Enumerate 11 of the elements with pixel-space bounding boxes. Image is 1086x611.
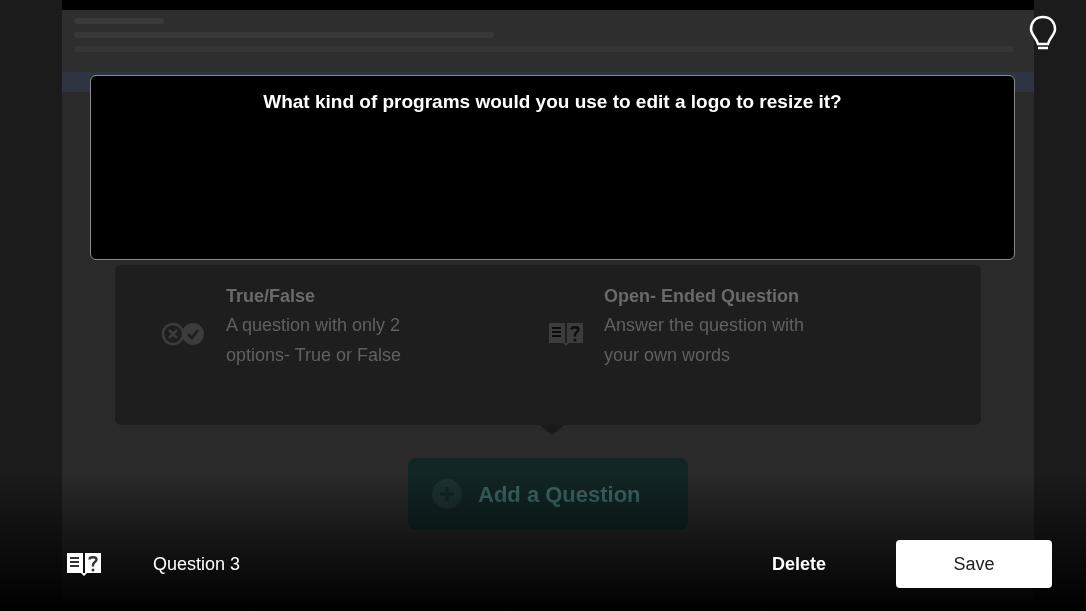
type-title: True/False [226, 285, 317, 308]
type-description: Answer the question with your own words [604, 314, 806, 367]
save-button[interactable]: Save [896, 540, 1052, 588]
cross-check-icon [160, 321, 206, 347]
question-text: What kind of programs would you use to edit a logo to resize it? [263, 90, 842, 114]
book-question-icon [66, 551, 102, 577]
question-label: Question 3 [153, 552, 241, 576]
type-description: A question with only 2 options- True or False [226, 314, 403, 367]
book-question-icon [548, 321, 584, 347]
type-title: Open- Ended Question [604, 285, 800, 308]
delete-button[interactable]: Delete [771, 550, 826, 578]
